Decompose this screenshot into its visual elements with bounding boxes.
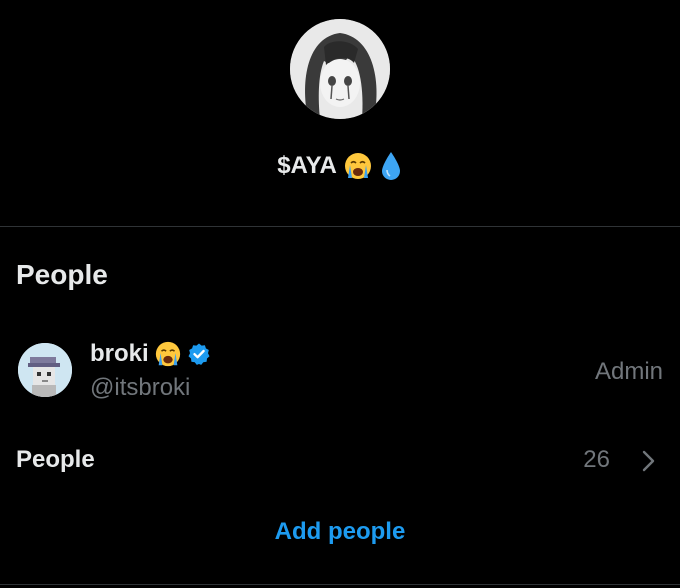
people-count: 26 [583, 446, 610, 473]
member-display-name: broki [90, 340, 149, 367]
bottom-divider [0, 584, 680, 585]
pixel-punk-avatar-icon [18, 343, 72, 397]
member-avatar[interactable] [18, 343, 72, 397]
group-name-row: $AYA [0, 148, 680, 184]
droplet-icon [379, 150, 403, 182]
section-divider [0, 226, 680, 227]
verified-badge-icon [187, 342, 211, 366]
anime-girl-avatar-icon [290, 19, 390, 119]
loudly-crying-face-icon [343, 151, 373, 181]
people-section-title: People [16, 259, 108, 290]
member-role: Admin [594, 358, 663, 385]
loudly-crying-face-icon [154, 340, 182, 368]
add-people-button[interactable]: Add people [0, 518, 680, 546]
people-row-label: People [16, 446, 95, 473]
member-name-line: broki [90, 340, 211, 368]
member-row[interactable]: broki @itsbroki Admin [0, 330, 680, 410]
group-avatar[interactable] [290, 19, 390, 119]
group-name: $AYA [277, 152, 337, 179]
chevron-right-icon [638, 448, 658, 474]
member-handle: @itsbroki [90, 374, 191, 401]
people-count-row[interactable]: People 26 [0, 432, 680, 488]
